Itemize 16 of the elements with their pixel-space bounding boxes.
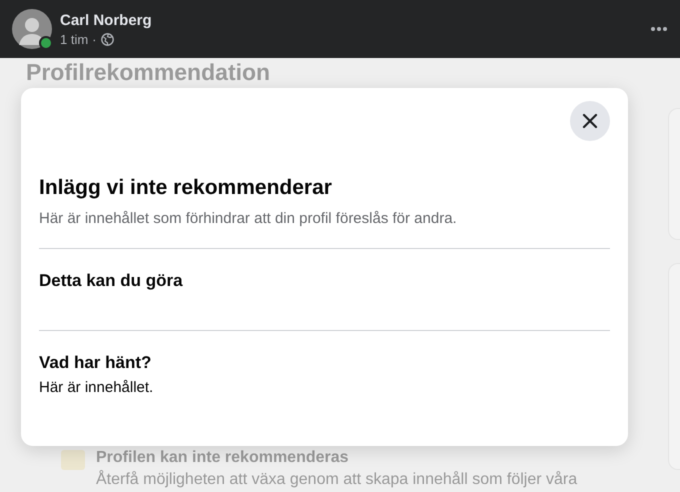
dialog-subtitle: Här är innehållet som förhindrar att din profil föreslås för andra.	[39, 210, 610, 249]
section-text: Här är innehållet.	[39, 379, 154, 396]
close-button[interactable]	[570, 101, 610, 141]
dialog-title: Inlägg vi inte rekommenderar	[39, 176, 333, 200]
section-heading: Detta kan du göra	[39, 271, 184, 291]
more-options-icon[interactable]	[650, 26, 668, 32]
close-icon	[582, 113, 598, 129]
author-name[interactable]: Carl Norberg	[60, 12, 642, 28]
status-title: Profilen kan inte rekommenderas	[96, 449, 350, 467]
globe-icon	[100, 32, 114, 46]
avatar[interactable]	[12, 9, 52, 49]
separator: ·	[92, 32, 97, 46]
post-time[interactable]: 1 tim	[60, 32, 88, 46]
page-heading: Profilrekommendation	[26, 59, 272, 86]
section-heading: Vad har hänt?	[39, 353, 152, 373]
status-text: Återfå möjligheten att växa genom att skapa innehåll som följer våra	[96, 471, 578, 489]
